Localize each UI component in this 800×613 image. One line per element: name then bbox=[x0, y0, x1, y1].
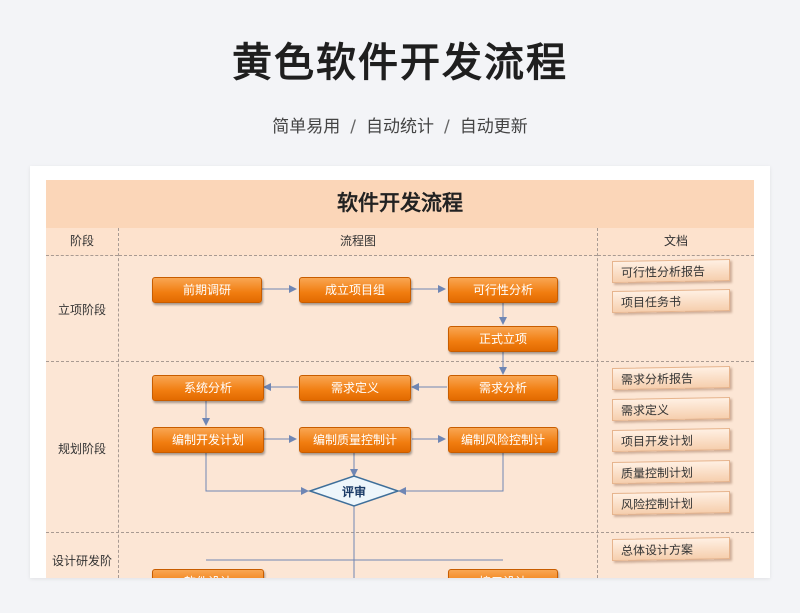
spreadsheet: 软件开发流程 阶段 流程图 文档 立项阶段 规划阶段 设计研发阶 评审 前期调研… bbox=[46, 180, 754, 578]
step-feasibility: 可行性分析 bbox=[448, 277, 558, 303]
feature-autostat: 自动统计 bbox=[366, 117, 434, 137]
step-system-analysis: 系统分析 bbox=[152, 375, 264, 401]
review-label: 评审 bbox=[342, 484, 366, 499]
arrow bbox=[205, 452, 309, 495]
doc-project-charter: 项目任务书 bbox=[612, 288, 730, 314]
feature-easy: 简单易用 bbox=[272, 117, 341, 137]
arrow bbox=[398, 452, 504, 495]
step-req-definition: 需求定义 bbox=[299, 375, 411, 401]
step-risk-plan: 编制风险控制计 bbox=[448, 427, 558, 453]
step-interface-design: 接口设计 bbox=[448, 569, 558, 578]
step-quality-plan: 编制质量控制计 bbox=[299, 427, 411, 453]
step-formal-approval: 正式立项 bbox=[448, 326, 558, 352]
doc-quality-plan: 质量控制计划 bbox=[612, 459, 730, 485]
doc-dev-plan: 项目开发计划 bbox=[612, 427, 730, 453]
step-software-design: 软件设计 bbox=[152, 569, 264, 578]
doc-req-definition: 需求定义 bbox=[612, 396, 730, 422]
step-req-analysis: 需求分析 bbox=[448, 375, 558, 401]
step-prelim-research: 前期调研 bbox=[152, 277, 262, 303]
preview-card: 软件开发流程 阶段 流程图 文档 立项阶段 规划阶段 设计研发阶 评审 前期调研… bbox=[30, 166, 770, 578]
doc-feasibility-report: 可行性分析报告 bbox=[612, 258, 730, 284]
step-form-team: 成立项目组 bbox=[299, 277, 411, 303]
doc-overall-design: 总体设计方案 bbox=[612, 536, 730, 562]
page-subtitle: 简单易用 / 自动统计 / 自动更新 bbox=[0, 112, 800, 137]
separator: / bbox=[444, 117, 450, 137]
step-dev-plan: 编制开发计划 bbox=[152, 427, 264, 453]
feature-autoupdate: 自动更新 bbox=[459, 117, 528, 137]
doc-risk-plan: 风险控制计划 bbox=[612, 490, 730, 516]
separator: / bbox=[350, 117, 356, 137]
doc-req-analysis-report: 需求分析报告 bbox=[612, 365, 730, 391]
page-title: 黄色软件开发流程 bbox=[232, 40, 568, 86]
